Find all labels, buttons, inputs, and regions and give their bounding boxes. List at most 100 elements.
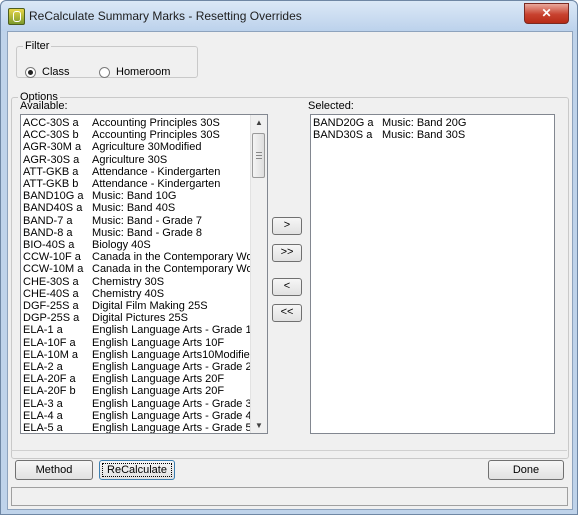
available-item-name: English Language Arts - Grade 3 bbox=[92, 397, 252, 410]
available-item-name: English Language Arts10Modified bbox=[92, 348, 256, 361]
radio-class[interactable]: Class bbox=[25, 66, 70, 78]
available-scrollbar[interactable]: ▲ ▼ bbox=[250, 115, 267, 433]
available-item[interactable]: ELA-3 a English Language Arts - Grade 3 bbox=[23, 398, 252, 410]
available-item[interactable]: DGP-25S a Digital Pictures 25S bbox=[23, 312, 188, 324]
available-item[interactable]: ACC-30S a Accounting Principles 30S bbox=[23, 117, 220, 129]
move-all-right-button[interactable]: >> bbox=[272, 244, 302, 262]
available-item-name: English Language Arts - Grade 4 bbox=[92, 409, 252, 422]
close-button[interactable]: ✕ bbox=[524, 3, 569, 24]
available-item[interactable]: CHE-40S a Chemistry 40S bbox=[23, 288, 164, 300]
recalculate-button[interactable]: ReCalculate bbox=[99, 460, 175, 480]
available-item-code: ELA-20F b bbox=[23, 385, 76, 398]
available-item-name: Digital Film Making 25S bbox=[92, 300, 208, 312]
available-item-name: Music: Band - Grade 7 bbox=[92, 214, 203, 227]
scroll-down-icon[interactable]: ▼ bbox=[255, 421, 263, 430]
radio-class-label: Class bbox=[42, 66, 70, 78]
available-item[interactable]: ATT-GKB a Attendance - Kindergarten bbox=[23, 166, 220, 178]
available-item[interactable]: ELA-5 a English Language Arts - Grade 5 bbox=[23, 422, 252, 434]
done-button[interactable]: Done bbox=[488, 460, 564, 480]
available-item-code: CCW-10M a bbox=[23, 263, 84, 276]
title-bar: ReCalculate Summary Marks - Resetting Ov… bbox=[1, 1, 577, 31]
available-item-code: CHE-30S a bbox=[23, 275, 79, 288]
available-list[interactable]: ELA-5 a English Language Arts - Grade 5 EL… bbox=[20, 114, 268, 434]
available-item-code: DGF-25S a bbox=[23, 300, 79, 312]
available-item-code: ELA-3 a bbox=[23, 397, 63, 410]
available-item[interactable]: ELA-20F a English Language Arts 20F bbox=[23, 373, 224, 385]
available-item-code: BAND10G a bbox=[23, 190, 84, 203]
available-item[interactable]: ELA-1 a English Language Arts - Grade 1 bbox=[23, 324, 252, 336]
available-item[interactable]: DGF-25S a Digital Film Making 25S bbox=[23, 300, 208, 312]
available-item-code: ELA-10F a bbox=[23, 336, 76, 349]
divider bbox=[11, 450, 567, 451]
available-item[interactable]: ELA-10M a English Language Arts10Modified bbox=[23, 349, 256, 361]
available-item-code: AGR-30M a bbox=[23, 141, 82, 154]
selected-item-code: BAND30S a bbox=[313, 129, 373, 142]
available-item-name: Chemistry 40S bbox=[92, 287, 165, 300]
available-item[interactable]: ATT-GKB b Attendance - Kindergarten bbox=[23, 178, 220, 190]
available-item[interactable]: BAND-7 a Music: Band - Grade 7 bbox=[23, 215, 202, 227]
radio-dot-class[interactable] bbox=[25, 66, 36, 78]
available-item-code: DGP-25S a bbox=[23, 312, 80, 325]
available-item-code: BIO-40S a bbox=[23, 239, 75, 251]
available-item-name: Canada in the Contemporary World bbox=[92, 251, 265, 264]
radio-dot-homeroom[interactable] bbox=[99, 66, 110, 78]
available-item[interactable]: BIO-40S a Biology 40S bbox=[23, 239, 151, 251]
radio-homeroom-label: Homeroom bbox=[116, 66, 171, 78]
available-item-name: Music: Band - Grade 8 bbox=[92, 226, 203, 239]
available-item-name: Canada in the Contemporary World bbox=[92, 263, 265, 276]
selected-item[interactable]: BAND30S a Music: Band 30S bbox=[313, 129, 465, 141]
available-item[interactable]: CCW-10M a Canada in the Contemporary Worl… bbox=[23, 263, 265, 275]
available-item-code: CHE-40S a bbox=[23, 287, 79, 300]
available-item-name: English Language Arts 20F bbox=[92, 385, 225, 398]
dialog-client: Filter Class Homeroom Options Available:… bbox=[7, 31, 573, 510]
available-item-code: ELA-2 a bbox=[23, 361, 63, 373]
available-item-code: ATT-GKB b bbox=[23, 178, 79, 190]
available-item-code: ACC-30S a bbox=[23, 117, 79, 129]
dialog-window: ReCalculate Summary Marks - Resetting Ov… bbox=[0, 0, 578, 515]
available-item[interactable]: ELA-20F b English Language Arts 20F bbox=[23, 385, 224, 397]
available-item[interactable]: ELA-4 a English Language Arts - Grade 4 bbox=[23, 410, 252, 422]
status-bar bbox=[11, 487, 568, 506]
available-item[interactable]: BAND10G a Music: Band 10G bbox=[23, 190, 176, 202]
available-item-name: Agriculture 30S bbox=[92, 153, 168, 166]
available-item-name: Agriculture 30Modified bbox=[92, 141, 202, 154]
available-item-code: AGR-30S a bbox=[23, 153, 80, 166]
available-item-name: English Language Arts - Grade 5 bbox=[92, 422, 252, 434]
available-item-code: BAND40S a bbox=[23, 202, 83, 215]
available-item-code: ELA-10M a bbox=[23, 348, 79, 361]
selected-item[interactable]: BAND20G a Music: Band 20G bbox=[313, 117, 466, 129]
selected-list[interactable]: BAND30S a Music: Band 30S BAND20G a Music: … bbox=[310, 114, 555, 434]
app-icon bbox=[8, 8, 25, 25]
move-right-button[interactable]: > bbox=[272, 217, 302, 235]
available-item[interactable]: ACC-30S b Accounting Principles 30S bbox=[23, 129, 220, 141]
selected-item-name: Music: Band 20G bbox=[382, 117, 467, 129]
available-item[interactable]: CHE-30S a Chemistry 30S bbox=[23, 276, 164, 288]
available-item[interactable]: BAND40S a Music: Band 40S bbox=[23, 202, 175, 214]
available-item-name: Digital Pictures 25S bbox=[92, 312, 188, 325]
available-item-code: ELA-5 a bbox=[23, 422, 63, 434]
available-item-name: English Language Arts - Grade 1 bbox=[92, 324, 252, 337]
available-item[interactable]: BAND-8 a Music: Band - Grade 8 bbox=[23, 227, 202, 239]
available-item[interactable]: ELA-10F a English Language Arts 10F bbox=[23, 337, 224, 349]
available-item-name: Biology 40S bbox=[92, 239, 151, 251]
selected-item-code: BAND20G a bbox=[313, 117, 374, 129]
available-item-code: BAND-8 a bbox=[23, 226, 73, 239]
available-item-name: Attendance - Kindergarten bbox=[92, 178, 221, 190]
filter-legend: Filter bbox=[25, 40, 50, 52]
available-item-code: CCW-10F a bbox=[23, 251, 81, 264]
method-button[interactable]: Method bbox=[15, 460, 93, 480]
move-left-button[interactable]: < bbox=[272, 278, 302, 296]
selected-label: Selected: bbox=[308, 100, 354, 112]
scroll-thumb[interactable] bbox=[252, 133, 265, 178]
radio-homeroom[interactable]: Homeroom bbox=[99, 66, 170, 78]
move-all-left-button[interactable]: << bbox=[272, 304, 302, 322]
available-item[interactable]: AGR-30M a Agriculture 30Modified bbox=[23, 141, 201, 153]
available-item-name: English Language Arts - Grade 2 bbox=[92, 361, 252, 373]
available-label: Available: bbox=[20, 100, 68, 112]
available-item[interactable]: ELA-2 a English Language Arts - Grade 2 bbox=[23, 361, 252, 373]
scroll-up-icon[interactable]: ▲ bbox=[255, 118, 263, 127]
available-item[interactable]: AGR-30S a Agriculture 30S bbox=[23, 154, 167, 166]
selected-item-name: Music: Band 30S bbox=[382, 129, 466, 142]
available-item-code: ELA-4 a bbox=[23, 409, 63, 422]
available-item[interactable]: CCW-10F a Canada in the Contemporary Worl… bbox=[23, 251, 265, 263]
